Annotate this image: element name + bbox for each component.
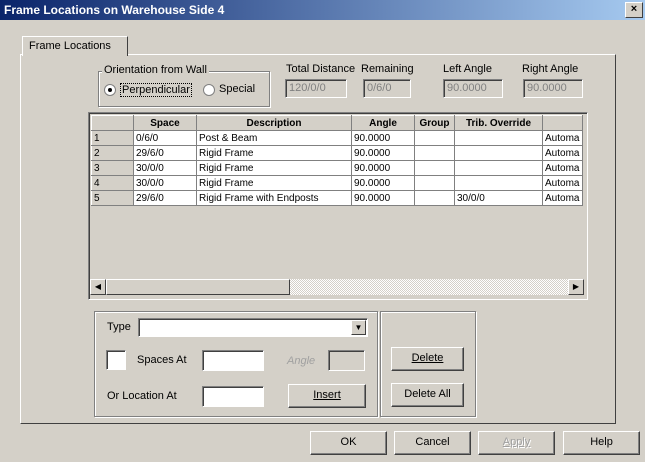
spaces-at-checkbox[interactable]: [106, 350, 126, 370]
space-cell[interactable]: 29/6/0: [133, 145, 197, 161]
title-bar[interactable]: Frame Locations on Warehouse Side 4 ×: [0, 0, 645, 20]
column-header-angle[interactable]: Angle: [351, 115, 415, 131]
table-row[interactable]: 3 30/0/0 Rigid Frame 90.0000 Automa: [91, 160, 583, 176]
column-header-description[interactable]: Description: [196, 115, 352, 131]
angle-cell[interactable]: 90.0000: [351, 175, 415, 191]
angle-cell[interactable]: 90.0000: [351, 190, 415, 206]
perpendicular-label[interactable]: Perpendicular: [120, 83, 192, 97]
trib-override-cell[interactable]: 30/0/0: [454, 190, 543, 206]
angle-cell[interactable]: 90.0000: [351, 130, 415, 146]
frame-locations-dialog: Frame Locations on Warehouse Side 4 × Fr…: [0, 0, 645, 462]
table-header-row: Space Description Angle Group Trib. Over…: [91, 115, 583, 131]
group-cell[interactable]: [414, 160, 455, 176]
remaining-field: 0/6/0: [363, 79, 411, 98]
scroll-left-icon[interactable]: ◀: [90, 279, 106, 295]
row-number[interactable]: 4: [91, 175, 134, 191]
remaining-label: Remaining: [361, 63, 414, 75]
total-distance-field: 120/0/0: [285, 79, 347, 98]
or-location-at-field[interactable]: [202, 386, 264, 407]
frame-table: Space Description Angle Group Trib. Over…: [91, 115, 583, 206]
group-cell[interactable]: [414, 145, 455, 161]
method-cell[interactable]: Automa: [542, 145, 583, 161]
delete-all-button[interactable]: Delete All: [391, 383, 464, 407]
radio-selected-dot: [108, 88, 112, 92]
type-label: Type: [107, 321, 131, 333]
space-cell[interactable]: 30/0/0: [133, 175, 197, 191]
left-angle-label: Left Angle: [443, 63, 492, 75]
right-angle-label: Right Angle: [522, 63, 579, 75]
type-select[interactable]: ▼: [138, 318, 368, 337]
group-cell[interactable]: [414, 130, 455, 146]
description-cell[interactable]: Rigid Frame: [196, 145, 352, 161]
space-cell[interactable]: 0/6/0: [133, 130, 197, 146]
horizontal-scrollbar[interactable]: ◀ ▶: [90, 279, 584, 295]
method-cell[interactable]: Automa: [542, 160, 583, 176]
tab-frame-locations[interactable]: Frame Locations: [22, 36, 128, 56]
description-cell[interactable]: Post & Beam: [196, 130, 352, 146]
trib-override-cell[interactable]: [454, 130, 543, 146]
space-cell[interactable]: 29/6/0: [133, 190, 197, 206]
angle-field: [328, 350, 365, 371]
table-row[interactable]: 4 30/0/0 Rigid Frame 90.0000 Automa: [91, 175, 583, 191]
table-row[interactable]: 5 29/6/0 Rigid Frame with Endposts 90.00…: [91, 190, 583, 206]
apply-button: Apply: [478, 431, 555, 455]
method-cell[interactable]: Automa: [542, 130, 583, 146]
column-header-row-number: [91, 115, 134, 131]
tab-label: Frame Locations: [29, 40, 111, 52]
trib-override-cell[interactable]: [454, 160, 543, 176]
right-angle-field: 90.0000: [523, 79, 583, 98]
angle-cell[interactable]: 90.0000: [351, 160, 415, 176]
special-radio[interactable]: [203, 84, 215, 96]
table-row[interactable]: 1 0/6/0 Post & Beam 90.0000 Automa: [91, 130, 583, 146]
or-location-at-label: Or Location At: [107, 390, 177, 402]
column-header-space[interactable]: Space: [133, 115, 197, 131]
trib-override-cell[interactable]: [454, 175, 543, 191]
angle-label: Angle: [287, 355, 316, 367]
column-header-method[interactable]: [542, 115, 583, 131]
row-number[interactable]: 3: [91, 160, 134, 176]
orientation-group-label: Orientation from Wall: [102, 64, 209, 76]
trib-override-cell[interactable]: [454, 145, 543, 161]
ok-button[interactable]: OK: [310, 431, 387, 455]
spaces-at-label: Spaces At: [137, 354, 187, 366]
group-cell[interactable]: [414, 190, 455, 206]
left-angle-field: 90.0000: [443, 79, 503, 98]
method-cell[interactable]: Automa: [542, 190, 583, 206]
scrollbar-thumb[interactable]: [106, 279, 290, 295]
row-number[interactable]: 2: [91, 145, 134, 161]
space-cell[interactable]: 30/0/0: [133, 160, 197, 176]
description-cell[interactable]: Rigid Frame: [196, 160, 352, 176]
close-icon[interactable]: ×: [625, 2, 643, 18]
delete-button[interactable]: Delete: [391, 347, 464, 371]
row-number[interactable]: 1: [91, 130, 134, 146]
chevron-down-icon[interactable]: ▼: [351, 320, 366, 335]
window-title: Frame Locations on Warehouse Side 4: [4, 3, 225, 17]
description-cell[interactable]: Rigid Frame with Endposts: [196, 190, 352, 206]
column-header-group[interactable]: Group: [414, 115, 455, 131]
group-cell[interactable]: [414, 175, 455, 191]
scroll-right-icon[interactable]: ▶: [568, 279, 584, 295]
method-cell[interactable]: Automa: [542, 175, 583, 191]
help-button[interactable]: Help: [563, 431, 640, 455]
column-header-trib-override[interactable]: Trib. Override: [454, 115, 543, 131]
insert-button[interactable]: Insert: [288, 384, 366, 408]
frame-locations-grid[interactable]: Space Description Angle Group Trib. Over…: [88, 112, 588, 300]
cancel-button[interactable]: Cancel: [394, 431, 471, 455]
angle-cell[interactable]: 90.0000: [351, 145, 415, 161]
total-distance-label: Total Distance: [286, 63, 356, 75]
spaces-at-field[interactable]: [202, 350, 264, 371]
row-number[interactable]: 5: [91, 190, 134, 206]
table-row[interactable]: 2 29/6/0 Rigid Frame 90.0000 Automa: [91, 145, 583, 161]
special-label[interactable]: Special: [219, 83, 255, 95]
description-cell[interactable]: Rigid Frame: [196, 175, 352, 191]
perpendicular-radio[interactable]: [104, 84, 116, 96]
